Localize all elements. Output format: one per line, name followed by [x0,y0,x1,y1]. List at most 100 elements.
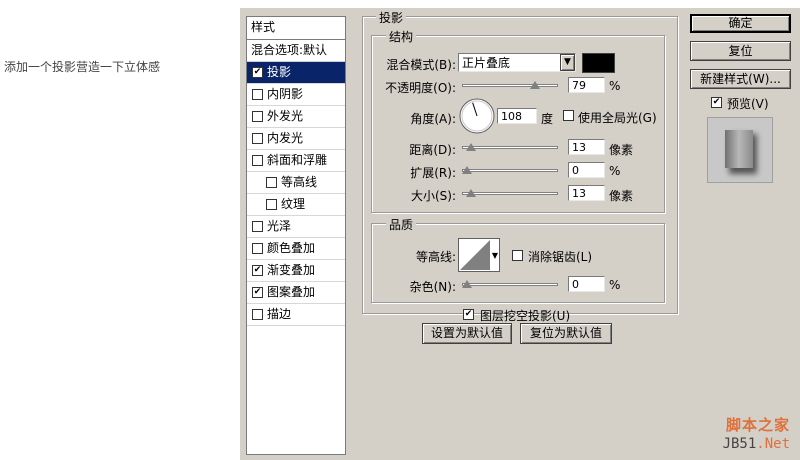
preview-swatch [725,130,753,168]
set-default-button[interactable]: 设置为默认值 [422,323,512,344]
opacity-slider-thumb[interactable] [529,81,540,89]
style-item[interactable]: 外发光 [247,106,345,128]
style-item-label: 投影 [267,65,292,79]
spread-slider[interactable] [462,169,558,172]
opacity-unit: % [609,79,621,93]
blend-mode-select[interactable]: 正片叠底 ▼ [458,53,576,72]
style-item-checkbox[interactable] [252,309,263,320]
style-item[interactable]: ✔ 渐变叠加 [247,260,345,282]
noise-label: 杂色(N): [409,280,456,294]
angle-label: 角度(A): [410,112,456,126]
ok-button[interactable]: 确定 [690,14,791,33]
style-item[interactable]: 等高线 [247,172,345,194]
caption-text: 添加一个投影营造一下立体感 [4,60,161,74]
noise-unit: % [609,278,621,292]
reset-default-button[interactable]: 复位为默认值 [520,323,612,344]
knockout-checkbox[interactable]: ✔ [463,309,474,320]
style-item-label: 渐变叠加 [267,263,316,277]
style-item-checkbox[interactable] [252,89,263,100]
contour-picker[interactable]: ▼ [458,238,500,272]
size-slider[interactable] [462,192,558,195]
spread-unit: % [609,164,621,178]
contour-preview-icon [460,240,490,270]
distance-slider-thumb[interactable] [466,143,477,151]
spread-input[interactable]: 0 [568,162,605,178]
noise-input[interactable]: 0 [568,276,605,292]
style-item-label: 描边 [267,307,292,321]
style-item[interactable]: ✔ 投影 [247,62,345,84]
style-item-checkbox[interactable] [252,133,263,144]
opacity-input[interactable]: 79 [568,77,605,93]
style-item-label: 内阴影 [267,87,304,101]
distance-input[interactable]: 13 [568,139,605,155]
style-item-checkbox[interactable] [252,111,263,122]
size-input[interactable]: 13 [568,185,605,201]
new-style-button[interactable]: 新建样式(W)... [690,69,791,89]
antialias-checkbox[interactable] [512,250,523,261]
size-label: 大小(S): [410,189,456,203]
structure-title: 结构 [386,28,417,45]
style-item-label: 纹理 [281,197,306,211]
drop-shadow-title: 投影 [376,9,407,26]
style-item-checkbox[interactable] [252,243,263,254]
antialias-label: 消除锯齿(L) [528,250,593,264]
style-items-list: ✔ 投影内阴影外发光内发光斜面和浮雕等高线纹理光泽颜色叠加 ✔ 渐变叠加 ✔ 图案叠加描边 [247,62,345,326]
styles-list-panel: 样式 混合选项:默认 ✔ 投影内阴影外发光内发光斜面和浮雕等高线纹理光泽颜色叠加 ✔… [246,16,346,455]
reset-button[interactable]: 复位 [690,41,791,61]
chevron-down-icon[interactable]: ▼ [492,251,498,260]
global-light-label: 使用全局光(G) [578,111,657,125]
style-item[interactable]: 光泽 [247,216,345,238]
angle-input[interactable]: 108 [497,108,537,124]
angle-dial-icon[interactable] [458,97,496,135]
spread-label: 扩展(R): [410,166,456,180]
watermark-url-b: .Net [756,436,790,452]
style-item-checkbox[interactable] [266,199,277,210]
quality-title: 品质 [386,216,417,233]
noise-slider-thumb[interactable] [462,280,472,288]
style-item-checkbox[interactable]: ✔ [252,265,263,276]
style-item-label: 内发光 [267,131,304,145]
style-preview-thumbnail [707,117,773,183]
distance-slider[interactable] [462,146,558,149]
noise-slider[interactable] [462,283,558,286]
distance-label: 距离(D): [409,143,456,157]
style-item[interactable]: 斜面和浮雕 [247,150,345,172]
size-unit: 像素 [609,189,634,203]
style-item-checkbox[interactable]: ✔ [252,287,263,298]
style-item[interactable]: 颜色叠加 [247,238,345,260]
watermark-logo: 脚本之家 [725,416,790,434]
contour-label: 等高线: [415,250,456,264]
watermark-url-a: JB51 [722,436,757,452]
style-item-checkbox[interactable]: ✔ [252,67,263,78]
style-item-checkbox[interactable] [266,177,277,188]
angle-unit: 度 [541,112,554,126]
chevron-down-icon[interactable]: ▼ [560,54,575,71]
style-item[interactable]: 内发光 [247,128,345,150]
opacity-slider[interactable] [462,84,558,87]
blend-mode-label: 混合模式(B): [386,58,456,72]
style-item-label: 等高线 [281,175,318,189]
style-item-label: 外发光 [267,109,304,123]
size-slider-thumb[interactable] [466,189,477,197]
style-item-label: 光泽 [267,219,292,233]
knockout-label: 图层挖空投影(U) [480,309,571,323]
shadow-color-swatch[interactable] [582,53,615,73]
opacity-label: 不透明度(O): [385,81,456,95]
style-item-checkbox[interactable] [252,155,263,166]
spread-slider-thumb[interactable] [462,166,472,174]
preview-label: 预览(V) [727,97,769,111]
style-item-label: 斜面和浮雕 [267,153,328,167]
distance-unit: 像素 [609,143,634,157]
style-item[interactable]: 内阴影 [247,84,345,106]
styles-header[interactable]: 样式 [247,17,345,40]
style-item-label: 颜色叠加 [267,241,316,255]
blending-options-item[interactable]: 混合选项:默认 [247,40,345,62]
style-item-checkbox[interactable] [252,221,263,232]
preview-checkbox[interactable]: ✔ [711,97,722,108]
global-light-checkbox[interactable] [563,110,574,121]
style-item[interactable]: 纹理 [247,194,345,216]
blend-mode-value: 正片叠底 [462,56,511,70]
style-item[interactable]: 描边 [247,304,345,326]
style-item[interactable]: ✔ 图案叠加 [247,282,345,304]
style-item-label: 图案叠加 [267,285,316,299]
